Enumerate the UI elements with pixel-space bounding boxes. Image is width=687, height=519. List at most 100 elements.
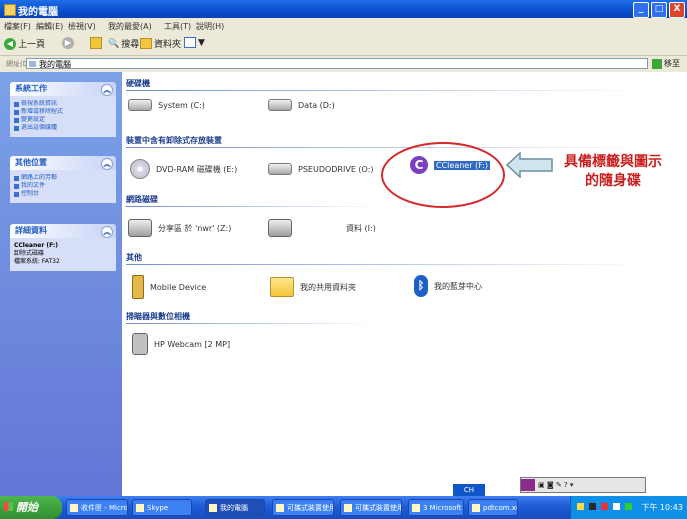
outlook-icon bbox=[70, 504, 78, 512]
task-label: 可攜式裝置使用... bbox=[355, 504, 401, 512]
bluetooth-center[interactable]: ᛒ 我的藍芽中心 bbox=[414, 275, 482, 297]
task-my-computer[interactable]: 我的電腦 bbox=[205, 499, 265, 516]
shared-folder-icon bbox=[270, 277, 294, 297]
language-bar-tools: ▣ ◙ ✎ ? ▾ bbox=[538, 481, 574, 489]
search-button[interactable]: 🔍 搜尋 bbox=[108, 37, 140, 51]
hp-webcam[interactable]: HP Webcam [2 MP] bbox=[132, 333, 230, 355]
windows-flag-icon bbox=[4, 502, 13, 511]
programs-icon bbox=[14, 109, 19, 115]
menu-file[interactable]: 檔案(F) bbox=[4, 21, 31, 32]
views-icon bbox=[184, 37, 196, 48]
details-panel: 詳細資料 ︽ CCleaner (F:) 卸除式磁碟 檔案系統: FAT32 bbox=[10, 224, 116, 271]
back-arrow-icon: ◀ bbox=[4, 37, 16, 50]
hard-disk-icon bbox=[128, 99, 152, 111]
address-input[interactable]: 我的電腦 bbox=[26, 58, 648, 69]
task-label: pdtcom.xd - 記事本 bbox=[483, 504, 518, 512]
menu-edit[interactable]: 編輯(E) bbox=[36, 21, 63, 32]
drive-system-c[interactable]: System (C:) bbox=[128, 99, 205, 111]
section-scanners-cameras: 掃瞄器與數位相機 bbox=[126, 312, 190, 321]
menu-tools[interactable]: 工具(T) bbox=[164, 21, 191, 32]
drive-dvd-e[interactable]: DVD-RAM 磁碟機 (E:) bbox=[130, 159, 237, 179]
collapse-icon[interactable]: ︽ bbox=[101, 158, 113, 170]
section-divider bbox=[126, 264, 646, 265]
collapse-icon[interactable]: ︽ bbox=[101, 84, 113, 96]
system-tasks-title: 系統工作 bbox=[15, 84, 47, 93]
callout-line-1: 具備標籤與圖示 bbox=[564, 154, 662, 170]
drive-label: DVD-RAM 磁碟機 (E:) bbox=[156, 164, 238, 174]
window-controls: _ □ X bbox=[633, 2, 685, 18]
folders-button[interactable]: 資料夾 bbox=[140, 37, 181, 50]
task-office[interactable]: 3 Microsoft Offi... bbox=[408, 499, 464, 516]
place-network[interactable]: 網路上的芳鄰 bbox=[14, 174, 112, 182]
drive-label: 分享區 於 'nwr' (Z:) bbox=[158, 223, 232, 233]
removable-drive-icon bbox=[268, 163, 292, 175]
drive-label: 資料 (I:) bbox=[346, 223, 376, 233]
other-places-header[interactable]: 其他位置 ︽ bbox=[10, 156, 116, 170]
tray-icon[interactable] bbox=[589, 503, 596, 510]
task-view-system-info[interactable]: 檢視系統資訊 bbox=[14, 100, 112, 108]
place-label: 我的文件 bbox=[21, 182, 46, 189]
section-divider bbox=[126, 206, 376, 207]
device-label: Mobile Device bbox=[150, 282, 207, 292]
place-control-panel[interactable]: 控制台 bbox=[14, 190, 112, 198]
go-arrow-icon bbox=[652, 58, 662, 69]
system-tasks-header[interactable]: 系統工作 ︽ bbox=[10, 82, 116, 96]
section-divider bbox=[126, 147, 646, 148]
tray-icon[interactable] bbox=[625, 503, 632, 510]
shared-documents[interactable]: 我的共用資料夾 bbox=[270, 277, 356, 297]
highlight-oval bbox=[381, 142, 505, 208]
task-portable-2[interactable]: 可攜式裝置使用... bbox=[340, 499, 402, 516]
minimize-button[interactable]: _ bbox=[633, 2, 649, 18]
go-button[interactable]: 移至 bbox=[652, 58, 680, 69]
task-eject-media[interactable]: 退出這個媒體 bbox=[14, 124, 112, 132]
drive-label: PSEUDODRIVE (O:) bbox=[298, 164, 374, 174]
webcam-icon bbox=[132, 333, 148, 355]
ime-logo-icon bbox=[521, 479, 535, 491]
task-notepad[interactable]: pdtcom.xd - 記事本 bbox=[468, 499, 518, 516]
task-portable-1[interactable]: 可攜式裝置使用... bbox=[272, 499, 334, 516]
documents-icon bbox=[14, 183, 19, 189]
tray-icon[interactable] bbox=[601, 503, 608, 510]
document-icon bbox=[344, 504, 352, 512]
task-skype[interactable]: Skype bbox=[132, 499, 192, 516]
close-button[interactable]: X bbox=[669, 2, 685, 18]
drive-pseudodrive-o[interactable]: PSEUDODRIVE (O:) bbox=[268, 163, 374, 175]
drive-data-d[interactable]: Data (D:) bbox=[268, 99, 335, 111]
start-label: 開始 bbox=[16, 501, 38, 514]
menu-help[interactable]: 說明(H) bbox=[196, 21, 224, 32]
section-removable: 裝置中含有卸除式存放裝置 bbox=[126, 136, 222, 145]
search-label: 搜尋 bbox=[121, 40, 140, 50]
start-button[interactable]: 開始 bbox=[0, 496, 62, 519]
language-bar[interactable]: ▣ ◙ ✎ ? ▾ bbox=[520, 477, 646, 493]
drive-share-i[interactable]: 資料 (I:) bbox=[268, 219, 376, 237]
maximize-button[interactable]: □ bbox=[651, 2, 667, 18]
menu-favorites[interactable]: 我的最愛(A) bbox=[108, 21, 152, 32]
collapse-icon[interactable]: ︽ bbox=[101, 226, 113, 238]
address-value: 我的電腦 bbox=[39, 60, 71, 69]
details-header[interactable]: 詳細資料 ︽ bbox=[10, 224, 116, 238]
ime-indicator[interactable]: CH bbox=[453, 484, 485, 496]
back-button[interactable]: ◀ 上一頁 bbox=[4, 37, 45, 50]
document-icon bbox=[276, 504, 284, 512]
hard-disk-icon bbox=[268, 99, 292, 111]
menu-view[interactable]: 檢視(V) bbox=[68, 21, 96, 32]
drive-share-z[interactable]: 分享區 於 'nwr' (Z:) bbox=[128, 219, 231, 237]
tray-icon[interactable] bbox=[577, 503, 584, 510]
up-folder-button[interactable] bbox=[90, 37, 102, 49]
task-change-settings[interactable]: 變更設定 bbox=[14, 116, 112, 124]
place-my-documents[interactable]: 我的文件 bbox=[14, 182, 112, 190]
task-label: 檢視系統資訊 bbox=[21, 100, 58, 107]
title-bar: 我的電腦 _ □ X bbox=[0, 0, 687, 18]
place-label: 網路上的芳鄰 bbox=[21, 174, 58, 181]
forward-button[interactable]: ▶ bbox=[62, 37, 74, 49]
tray-icon[interactable] bbox=[613, 503, 620, 510]
views-button[interactable]: ▼ bbox=[184, 37, 205, 48]
place-label: 控制台 bbox=[21, 190, 40, 197]
task-outlook[interactable]: 收件匣 - Microsoft... bbox=[66, 499, 128, 516]
mobile-device[interactable]: Mobile Device bbox=[132, 275, 206, 299]
clock[interactable]: 下午 10:43 bbox=[641, 502, 683, 513]
callout-line-2: 的隨身碟 bbox=[585, 173, 641, 189]
task-label: 退出這個媒體 bbox=[21, 124, 58, 131]
settings-icon bbox=[14, 117, 19, 123]
task-add-remove-programs[interactable]: 新增或移除程式 bbox=[14, 108, 112, 116]
